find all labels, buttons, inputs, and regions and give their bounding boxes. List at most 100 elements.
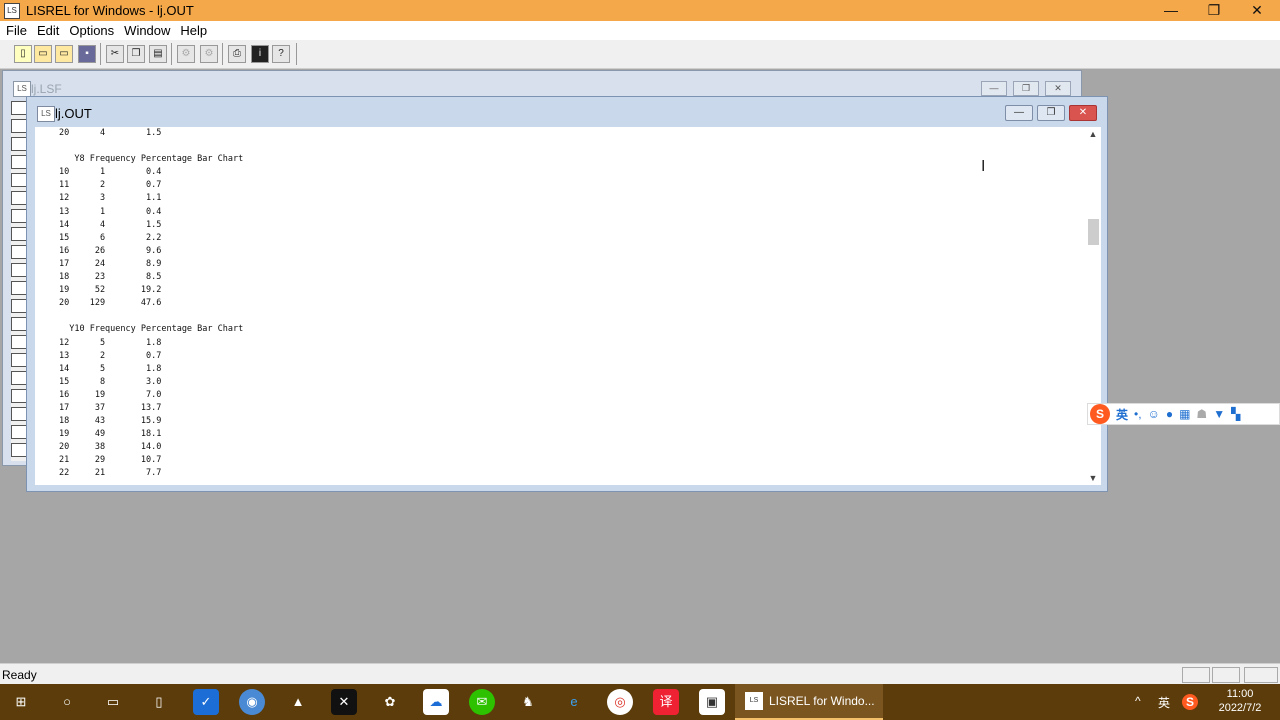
close-button[interactable]: ✕ [1234,0,1280,21]
menu-options[interactable]: Options [69,23,114,38]
output-line: 14 5 1.8 [59,363,162,374]
chrome-icon[interactable]: ◎ [607,689,633,715]
output-line: 15 6 2.2 [59,232,162,243]
output-line: 10 1 0.4 [59,167,162,178]
tray-ime-lang[interactable]: 英 [1158,694,1170,711]
output-line: 20 129 47.6 [59,298,162,309]
open-folder-icon[interactable]: ▭ [55,45,73,63]
copy-icon[interactable]: ❐ [127,45,145,63]
output-line: 18 43 15.9 [59,416,162,427]
file-icon[interactable]: ▯ [146,689,172,715]
output-line: 12 3 1.1 [59,193,162,204]
out-file-icon: LS [37,106,55,122]
window-title: LISREL for Windows - lj.OUT [26,3,194,18]
taskbar-lisrel-button[interactable]: LS LISREL for Windo... [735,684,883,720]
output-line: 17 37 13.7 [59,402,162,413]
windows-start-icon[interactable]: ⊞ [8,689,34,715]
open-icon[interactable]: ▭ [34,45,52,63]
app-titlebar: LS LISREL for Windows - lj.OUT [0,0,1280,21]
info-icon[interactable]: i [251,45,269,63]
vertical-scrollbar[interactable]: ▲ ▼ [1085,127,1101,485]
capcut-icon[interactable]: ✕ [331,689,357,715]
lisrel-app-icon[interactable]: LS [4,2,20,19]
clock[interactable]: 11:00 2022/7/2 [1210,687,1270,715]
cut-icon[interactable]: ✂ [106,45,124,63]
microphone-icon[interactable]: ● [1166,407,1173,421]
lsf-minimize-button[interactable]: — [981,81,1007,96]
out-close-button[interactable]: ✕ [1069,105,1097,121]
output-line: 16 19 7.0 [59,389,162,400]
output-text: 20 4 1.5 Y8 Frequency Percentage Bar Cha… [35,127,1085,481]
toolbar-separator [296,43,297,65]
out-minimize-button[interactable]: — [1005,105,1033,121]
status-panel [1212,667,1240,683]
out-restore-button[interactable]: ❐ [1037,105,1065,121]
toolbox-icon[interactable]: ▚ [1231,407,1240,421]
output-line: 20 38 14.0 [59,442,162,453]
help-icon[interactable]: ? [272,45,290,63]
toolbar: ▯ ▭ ▭ ▪ ✂ ❐ ▤ ⚙ ⚙ ⎙ i ? [0,40,1280,69]
output-line: 21 29 10.7 [59,455,162,466]
search-icon[interactable]: ○ [54,689,80,715]
new-icon[interactable]: ▯ [14,45,32,63]
out-window[interactable]: LS lj.OUT — ❐ ✕ 20 4 1.5 Y8 Frequency Pe… [26,96,1108,492]
user-icon[interactable]: ☗ [1196,407,1207,421]
save-icon[interactable]: ▪ [78,45,96,63]
scroll-thumb[interactable] [1088,219,1099,245]
tray-sogou-icon[interactable]: S [1182,694,1198,710]
print-icon[interactable]: ⎙ [228,45,246,63]
menu-help[interactable]: Help [180,23,207,38]
sogou-logo-icon[interactable]: S [1090,404,1110,424]
toolbar-separator [100,43,101,65]
menu-edit[interactable]: Edit [37,23,59,38]
output-line: 19 49 18.1 [59,429,162,440]
output-line: 18 23 8.5 [59,272,162,283]
output-line: 16 26 9.6 [59,245,162,256]
matlab-icon[interactable]: ▲ [285,689,311,715]
minimize-button[interactable]: — [1148,0,1194,21]
terminal-icon[interactable]: ▣ [699,689,725,715]
output-line: 22 21 7.7 [59,468,162,479]
wechat-icon[interactable]: ✉ [469,689,495,715]
scroll-down-icon[interactable]: ▼ [1085,471,1101,485]
taskbar: ⊞ ○ ▭ ▯ ✓ ◉ ▲ ✕ ✿ ☁ ✉ ♞ e ◎ 译 ▣ LS LISRE… [0,684,1280,720]
output-line: 11 2 0.7 [59,180,162,191]
output-line: 12 5 1.8 [59,337,162,348]
status-panel [1244,667,1278,683]
status-panel [1182,667,1210,683]
translator-icon[interactable]: 译 [653,689,679,715]
output-line: Y8 Frequency Percentage Bar Chart [59,154,244,165]
keyboard-icon[interactable]: ▦ [1179,407,1190,421]
ime-toolbar[interactable]: S 英 •, ☺ ● ▦ ☗ ▼ ▚ [1087,403,1280,425]
menu-file[interactable]: File [6,23,27,38]
scroll-up-icon[interactable]: ▲ [1085,127,1101,141]
path-diagram-icon[interactable]: ⚙ [177,45,195,63]
menu-bar: File Edit Options Window Help [0,21,1280,40]
output-line: 14 4 1.5 [59,219,162,230]
punctuation-icon[interactable]: •, [1134,407,1142,421]
cloud-icon[interactable]: ☁ [423,689,449,715]
output-text-area[interactable]: 20 4 1.5 Y8 Frequency Percentage Bar Cha… [35,127,1085,485]
restore-button[interactable]: ❐ [1191,0,1237,21]
lsf-close-button[interactable]: ✕ [1045,81,1071,96]
ime-language-toggle[interactable]: 英 [1116,406,1128,423]
edge-icon[interactable]: e [561,689,587,715]
shield-icon[interactable]: ✓ [193,689,219,715]
clock-date: 2022/7/2 [1218,702,1262,714]
status-text: Ready [2,668,37,682]
lsf-window-title: lj.LSF [31,82,62,96]
lsf-restore-button[interactable]: ❐ [1013,81,1039,96]
emoji-icon[interactable]: ☺ [1148,407,1160,421]
output-line: 15 8 3.0 [59,376,162,387]
paste-icon[interactable]: ▤ [149,45,167,63]
puzzle-icon[interactable]: ✿ [377,689,403,715]
globe-icon[interactable]: ◉ [239,689,265,715]
qq-penguin-icon[interactable]: ♞ [515,689,541,715]
menu-window[interactable]: Window [124,23,170,38]
skin-icon[interactable]: ▼ [1213,407,1225,421]
task-view-icon[interactable]: ▭ [100,689,126,715]
tray-chevron-icon[interactable]: ^ [1135,694,1141,708]
path-diagram-2-icon[interactable]: ⚙ [200,45,218,63]
